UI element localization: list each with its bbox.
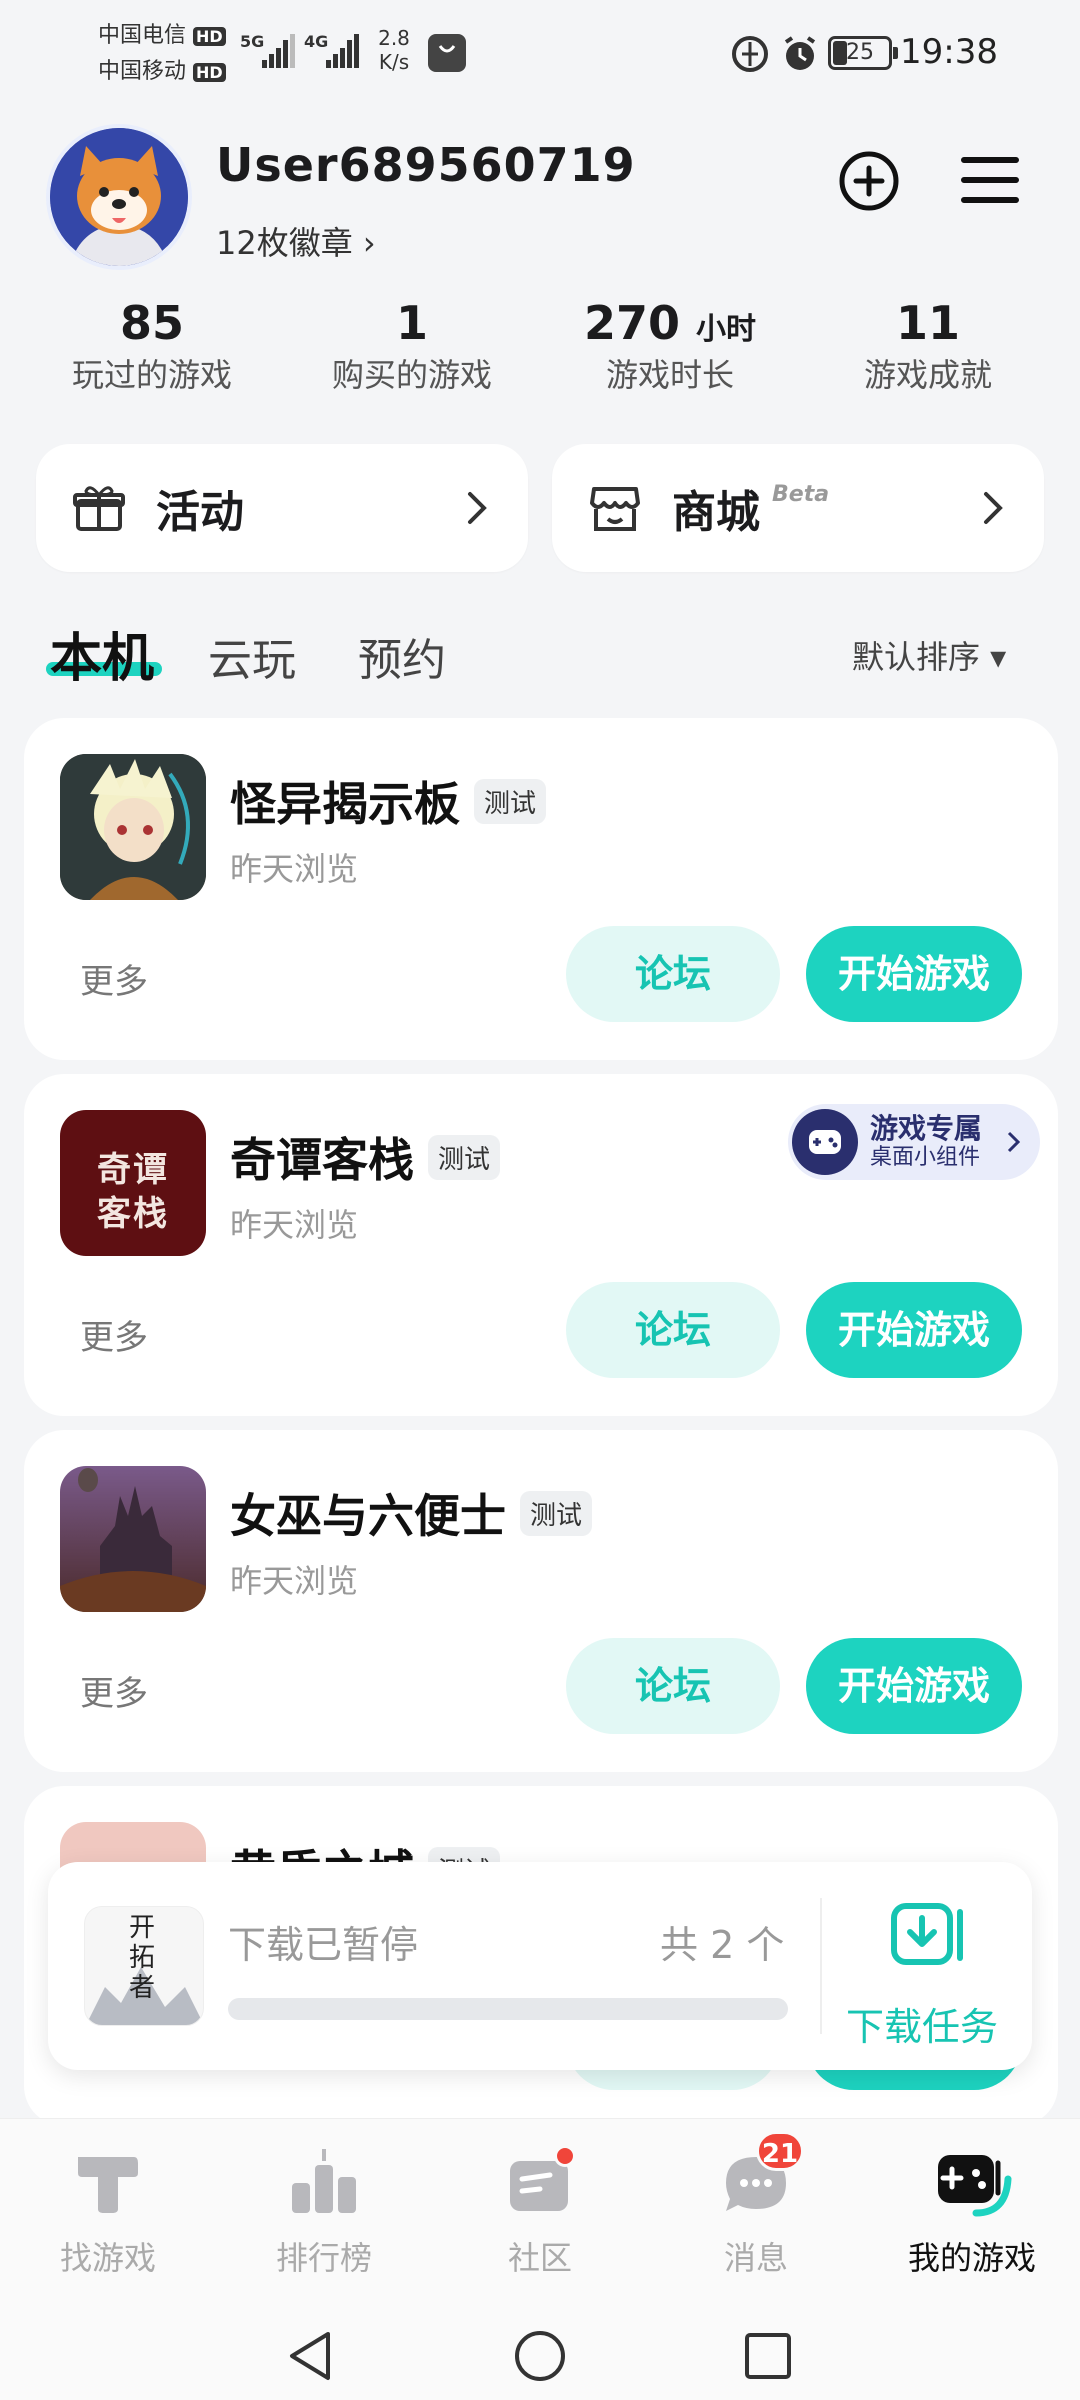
last-viewed: 昨天浏览 [230,1206,359,1244]
download-game-icon: 开拓者 [84,1906,204,2026]
nav-messages[interactable]: 21 消息 [648,2131,864,2279]
download-tasks-button[interactable]: 下载任务 [846,1996,998,2051]
alarm-icon [780,34,820,78]
game-card-3[interactable]: 女巫与六便士 测试 昨天浏览 更多 论坛 开始游戏 [24,1430,1058,1772]
game-name: 怪异揭示板 [230,777,460,831]
status-bar: 中国电信 HD 中国移动 HD 5G 4G 2.8 K/s 25 19:38 [0,0,1080,100]
nav-label: 社区 [507,2239,572,2277]
nav-label: 排行榜 [275,2239,372,2277]
game-card-1[interactable]: 怪异揭示板 测试 昨天浏览 更多 论坛 开始游戏 [24,718,1058,1060]
stat-playtime[interactable]: 270 小时 游戏时长 [540,296,800,396]
more-button[interactable]: 更多 [80,954,148,1003]
my-games-icon [932,2143,1012,2223]
widget-title: 游戏专属 [870,1112,983,1145]
gift-icon [73,486,125,531]
forum-button[interactable]: 论坛 [566,1282,780,1378]
system-nav-bar [0,2310,1080,2400]
chevron-right-icon [984,492,1003,524]
game-icon-1[interactable] [60,754,206,900]
nav-label: 找游戏 [59,2239,156,2277]
tab-local[interactable]: 本机 [50,616,154,691]
clock: 19:38 [900,32,998,72]
game-title-row-1: 怪异揭示板 测试 [230,768,547,834]
add-button[interactable] [838,150,900,216]
tab-cloud[interactable]: 云玩 [208,624,296,688]
shop-card[interactable]: 商城 Beta [552,444,1044,572]
game-icon-text-1: 奇谭 [97,1150,169,1190]
shopping-bag-icon [428,34,466,72]
nav-label: 我的游戏 [907,2239,1036,2277]
game-name: 奇谭客栈 [230,1133,414,1187]
stat-purchased[interactable]: 1 购买的游戏 [282,296,542,396]
messages-icon: 21 [716,2131,804,2223]
widget-subtitle: 桌面小组件 [870,1145,981,1170]
community-icon [500,2143,580,2223]
start-game-button[interactable]: 开始游戏 [806,926,1022,1022]
tab-reserve[interactable]: 预约 [358,624,446,688]
start-game-button[interactable]: 开始游戏 [806,1638,1022,1734]
more-button[interactable]: 更多 [80,1310,148,1359]
game-name: 女巫与六便士 [230,1489,506,1543]
more-button[interactable]: 更多 [80,1666,148,1715]
store-icon [590,487,640,531]
username: User689560719 [216,138,636,192]
badges-link[interactable]: 12枚徽章 › [216,218,376,264]
start-game-button[interactable]: 开始游戏 [806,1282,1022,1378]
game-card-2[interactable]: 奇谭 客栈 奇谭客栈 测试 游戏专属 桌面小组件 昨天浏览 更多 论坛 开始游戏 [24,1074,1058,1416]
chevron-right-icon [468,492,487,524]
download-progress-bar [228,1998,788,2020]
last-viewed: 昨天浏览 [230,850,359,888]
shop-label: 商城 [672,487,760,538]
nav-community[interactable]: 社区 [432,2143,648,2279]
stat-achievements[interactable]: 11 游戏成就 [798,296,1058,396]
nav-rankings[interactable]: 排行榜 [216,2143,432,2279]
bottom-nav: 找游戏 排行榜 社区 21 消息 我的游戏 [0,2118,1080,2310]
sort-dropdown[interactable]: 默认排序 ▾ [852,632,1006,678]
forum-button[interactable]: 论坛 [566,1638,780,1734]
game-title-row-3: 女巫与六便士 测试 [230,1480,593,1546]
download-panel[interactable]: 开拓者 下载已暂停 共 2 个 下载任务 [48,1862,1032,2070]
nav-find-games[interactable]: 找游戏 [0,2143,216,2279]
recents-icon[interactable] [742,2330,794,2386]
divider [820,1898,822,2034]
battery-icon: 25 [828,36,898,70]
desktop-widget-button[interactable]: 游戏专属 桌面小组件 [788,1104,1040,1180]
game-icon-text-2: 客栈 [97,1194,169,1234]
test-tag: 测试 [428,1134,501,1180]
rankings-icon [284,2143,364,2223]
notification-dot [554,2145,576,2167]
net-speed: 2.8 K/s [378,26,410,74]
stat-played[interactable]: 85 玩过的游戏 [22,296,282,396]
carrier-1: 中国电信 HD [98,20,226,53]
beta-badge: Beta [772,481,830,507]
signal-5g-icon: 5G [240,30,296,70]
gamepad-icon [792,1109,858,1175]
download-count: 共 2 个 [660,1923,785,1967]
nav-my-games[interactable]: 我的游戏 [864,2143,1080,2279]
home-icon[interactable] [512,2328,568,2388]
avatar[interactable] [46,124,192,270]
menu-icon[interactable] [960,150,1020,214]
signal-4g-icon: 4G [304,30,360,70]
carrier-2: 中国移动 HD [98,56,226,89]
test-tag: 测试 [474,778,547,824]
nav-label: 消息 [723,2239,788,2277]
test-tag: 测试 [520,1490,593,1536]
game-icon-2[interactable]: 奇谭 客栈 [60,1110,206,1256]
data-saver-icon [730,34,770,78]
game-title-row-2: 奇谭客栈 测试 [230,1124,501,1190]
find-games-icon [68,2143,148,2223]
message-count-badge: 21 [756,2131,804,2171]
chevron-right-icon [1007,1131,1021,1153]
last-viewed: 昨天浏览 [230,1562,359,1600]
download-icon-text: 开拓者 [129,1913,156,2003]
game-icon-3[interactable] [60,1466,206,1612]
download-status: 下载已暂停 [228,1923,419,1967]
back-icon[interactable] [282,2328,338,2388]
activity-card[interactable]: 活动 [36,444,528,572]
activity-label: 活动 [156,487,244,538]
forum-button[interactable]: 论坛 [566,926,780,1022]
download-icon [890,1902,970,1972]
